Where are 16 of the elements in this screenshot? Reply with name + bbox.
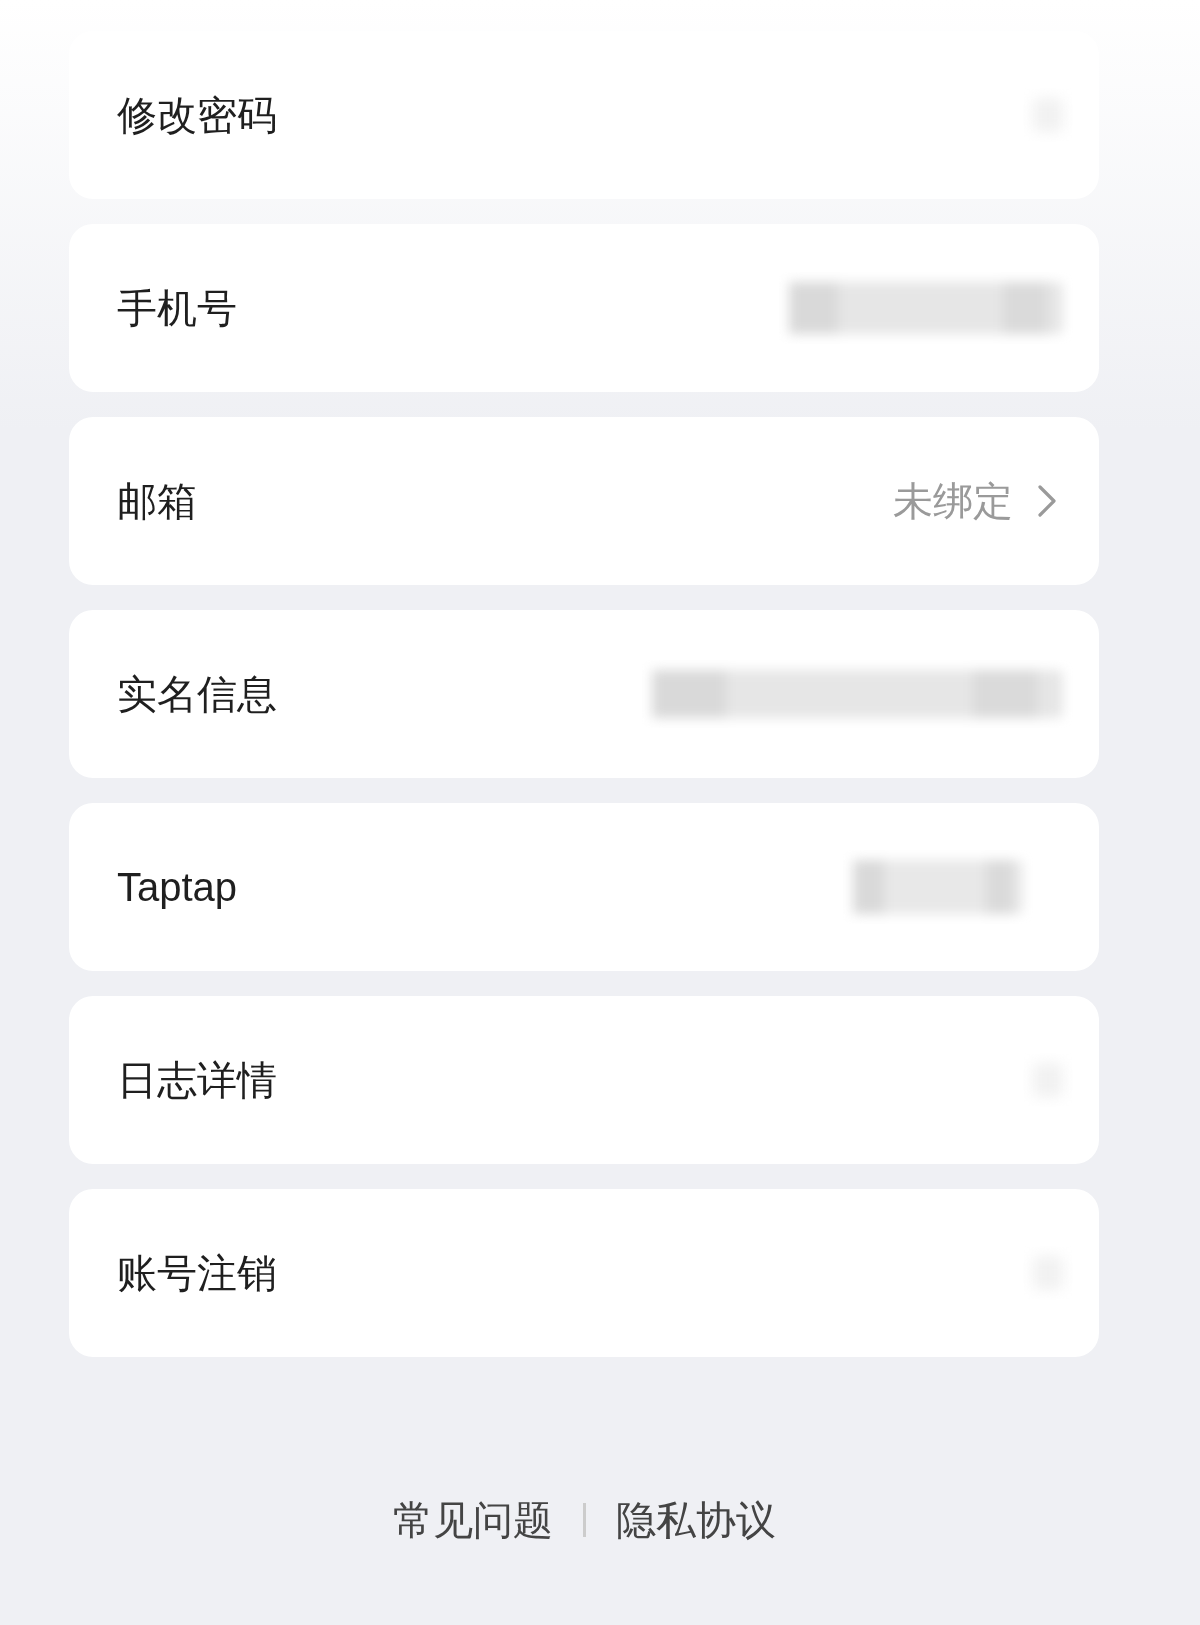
footer-link[interactable]: 常见问题 <box>392 1496 553 1544</box>
row-label: 实名信息 <box>117 671 277 718</box>
row-label: 日志详情 <box>117 1057 277 1104</box>
footer-link[interactable]: 隐私协议 <box>615 1496 776 1544</box>
row-label: 手机号 <box>117 285 237 332</box>
settings-row[interactable]: 手机号 <box>69 224 1099 392</box>
settings-row[interactable]: Taptap <box>69 803 1099 971</box>
settings-row[interactable]: 实名信息 <box>69 610 1099 778</box>
settings-row[interactable]: 日志详情 <box>69 996 1099 1164</box>
row-label: 修改密码 <box>117 92 277 139</box>
row-label: 账号注销 <box>117 1250 277 1297</box>
row-value: 未绑定 <box>893 478 1013 525</box>
settings-row[interactable]: 邮箱 未绑定 <box>69 417 1099 585</box>
settings-row[interactable]: 账号注销 <box>69 1189 1099 1357</box>
row-label: 邮箱 <box>117 478 197 525</box>
row-label: Taptap <box>117 864 238 911</box>
